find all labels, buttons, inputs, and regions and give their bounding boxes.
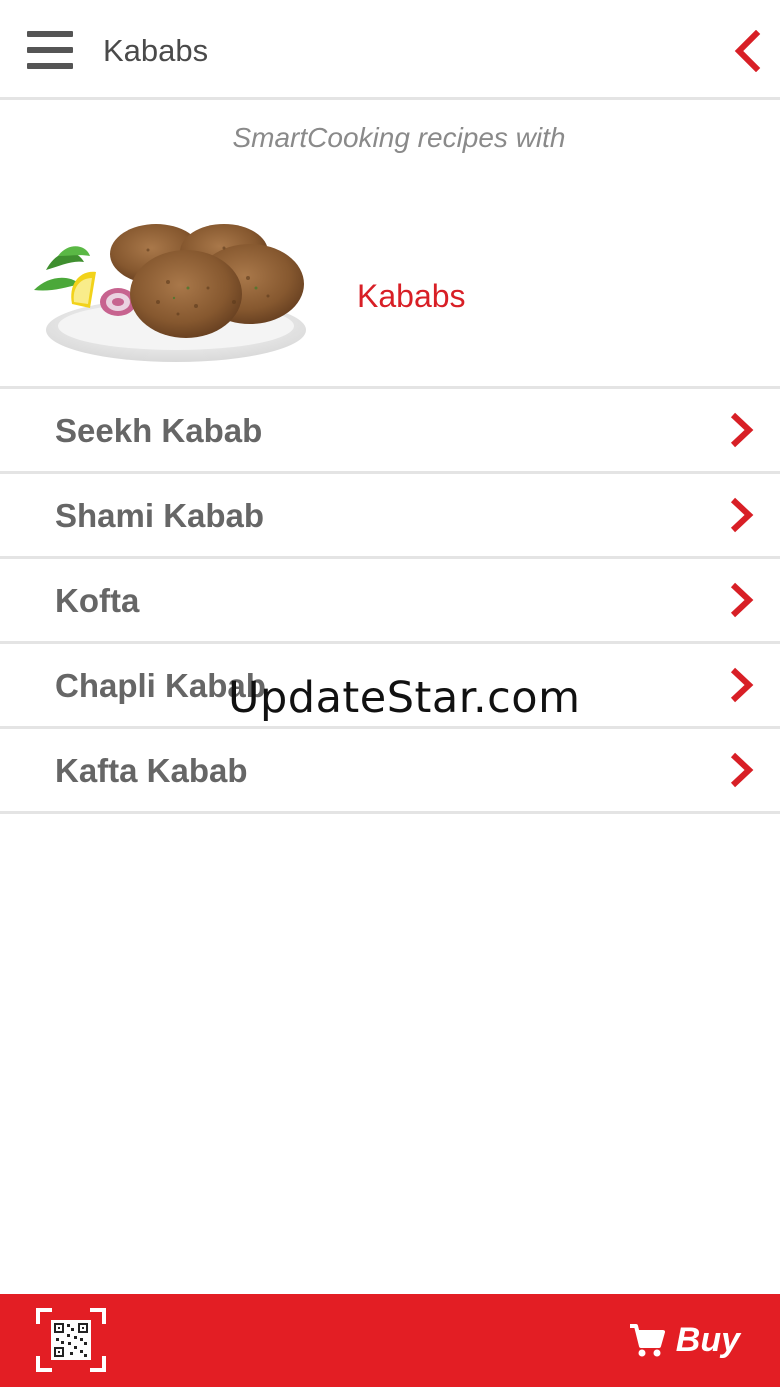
qr-scan-button[interactable] — [36, 1308, 106, 1372]
recipe-list: Seekh Kabab Shami Kabab Kofta Chapli Kab… — [0, 389, 780, 814]
banner-subtitle: SmartCooking recipes with — [232, 122, 566, 153]
list-item[interactable]: Shami Kabab — [0, 474, 780, 559]
chevron-right-icon — [730, 582, 754, 618]
list-item[interactable]: Kofta — [0, 559, 780, 644]
qr-scan-icon — [36, 1308, 106, 1372]
page-title: Kababs — [103, 33, 209, 68]
chevron-left-icon — [734, 29, 761, 73]
watermark-text: UpdateStar.com — [228, 673, 581, 723]
recipe-label: Shami Kabab — [55, 497, 265, 534]
app-screen: Kababs SmartCooking recipes with Kababs … — [0, 0, 780, 1387]
chevron-right-icon — [730, 497, 754, 533]
chevron-right-icon — [730, 412, 754, 448]
recipe-label: Kafta Kabab — [55, 752, 248, 789]
bottom-bar: Buy — [0, 1294, 780, 1387]
list-item[interactable]: Seekh Kabab — [0, 389, 780, 474]
cart-icon — [629, 1324, 665, 1357]
chevron-right-icon — [730, 752, 754, 788]
top-bar: Kababs — [0, 0, 780, 100]
category-banner: SmartCooking recipes with Kababs — [0, 100, 780, 389]
list-item[interactable]: Kafta Kabab — [0, 729, 780, 814]
recipe-label: Seekh Kabab — [55, 412, 263, 449]
buy-label: Buy — [675, 1320, 740, 1359]
back-button[interactable] — [730, 29, 764, 73]
hamburger-menu-icon[interactable] — [27, 31, 73, 69]
recipe-label: Kofta — [55, 582, 140, 619]
kabab-plate-image — [34, 224, 306, 362]
chevron-right-icon — [730, 667, 754, 703]
category-name: Kababs — [357, 278, 466, 314]
buy-button[interactable]: Buy — [628, 1316, 740, 1364]
